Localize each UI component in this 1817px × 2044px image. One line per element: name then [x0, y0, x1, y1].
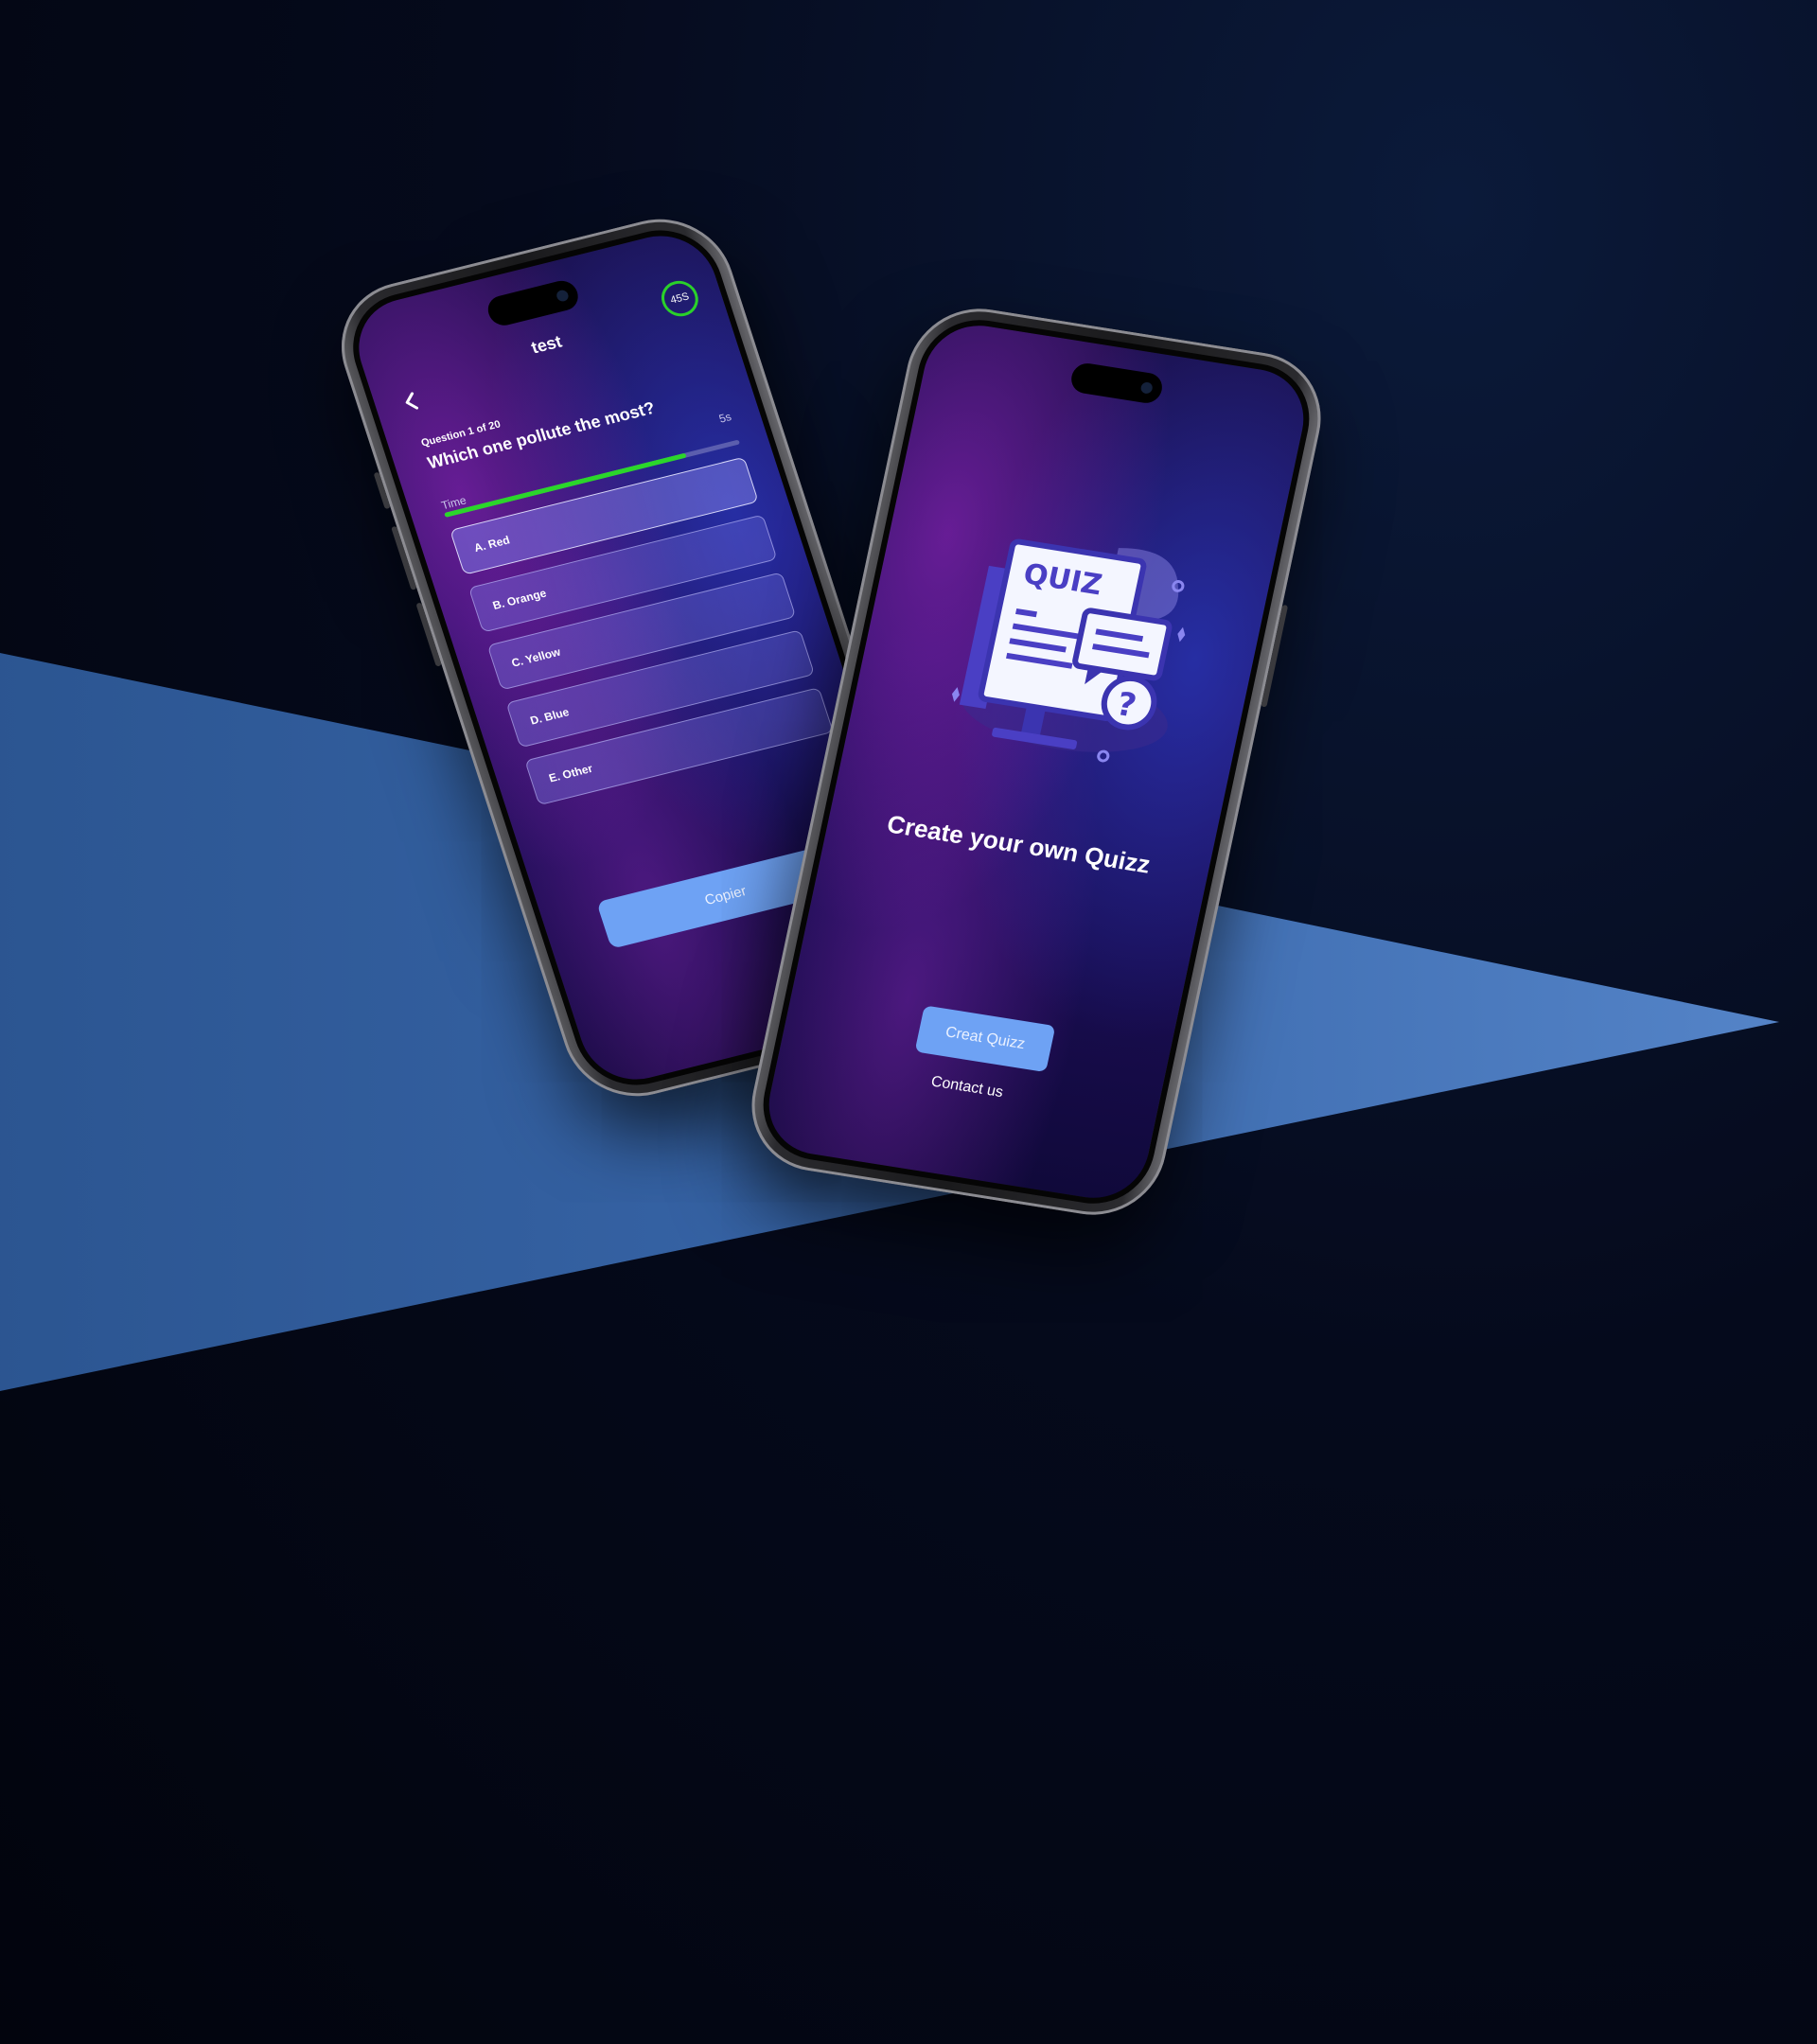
sparkle-icon [951, 687, 960, 702]
ring-dot-icon [1097, 749, 1110, 763]
create-quiz-button[interactable]: Creat Quizz [914, 1005, 1056, 1073]
time-seconds: 5s [716, 410, 733, 426]
sparkle-icon [1177, 626, 1186, 643]
dynamic-island [484, 277, 582, 329]
back-arrow-icon[interactable] [397, 388, 427, 415]
quiz-illustration: QUIZ ? [951, 538, 1186, 763]
dynamic-island [1068, 361, 1165, 406]
scene-background: test 45S Question 1 of 20 Which one poll… [0, 0, 1817, 2044]
answer-options: A. Red B. Orange C. Yellow D. Blue E. Ot… [450, 456, 838, 819]
create-heading: Create your own Quizz [884, 809, 1154, 879]
contact-us-link[interactable]: Contact us [776, 1049, 1157, 1126]
